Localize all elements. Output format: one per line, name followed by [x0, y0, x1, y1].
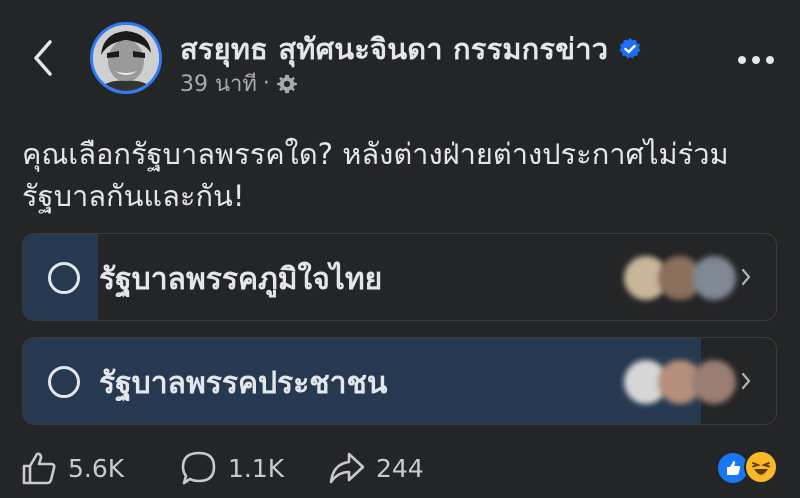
poll-option-label: รัฐบาลพรรคภูมิใจไทย [99, 262, 383, 297]
back-button[interactable] [28, 38, 58, 78]
more-options-button[interactable] [736, 52, 776, 66]
poll-option-people-party[interactable]: รัฐบาลพรรคประชาชน [22, 337, 777, 425]
meta-separator: · [262, 71, 270, 96]
voter-avatar [692, 256, 736, 300]
like-icon [22, 452, 56, 485]
chevron-right-icon [741, 372, 751, 390]
haha-reaction-icon [744, 450, 778, 484]
reactions-summary[interactable] [716, 450, 782, 486]
post-text: คุณเลือกรัฐบาลพรรคใด? หลังต่างฝ่ายต่างปร… [22, 137, 729, 213]
post-footer: 5.6K 1.1K 244 [0, 440, 800, 498]
poll-option-bhumjaithai[interactable]: รัฐบาลพรรคภูมิใจไทย [22, 233, 777, 321]
like-count: 5.6K [68, 453, 125, 483]
post-meta: 39 นาที · [180, 66, 298, 101]
more-icon [738, 56, 774, 64]
avatar[interactable] [90, 22, 162, 94]
share-button[interactable]: 244 [328, 450, 424, 486]
voter-avatars[interactable] [624, 360, 736, 404]
share-count: 244 [376, 453, 424, 483]
poll-option-label: รัฐบาลพรรคประชาชน [99, 366, 388, 401]
avatar-portrait [93, 25, 159, 91]
post-time[interactable]: 39 นาที [180, 66, 257, 101]
back-icon [34, 40, 52, 76]
chevron-right-icon [741, 268, 751, 286]
share-icon [329, 452, 365, 484]
comment-button[interactable]: 1.1K [180, 450, 284, 486]
comment-icon [181, 451, 216, 485]
gear-icon [276, 74, 297, 93]
verified-icon [619, 38, 641, 59]
post-header: สรยุทธ สุทัศนะจินดา กรรมกรข่าว 39 นาที · [0, 0, 800, 110]
voter-avatars[interactable] [624, 256, 736, 300]
voter-avatar [692, 360, 736, 404]
like-button[interactable]: 5.6K [20, 450, 124, 486]
radio-icon[interactable] [48, 262, 80, 294]
comment-count: 1.1K [228, 453, 285, 483]
radio-icon[interactable] [48, 366, 80, 398]
